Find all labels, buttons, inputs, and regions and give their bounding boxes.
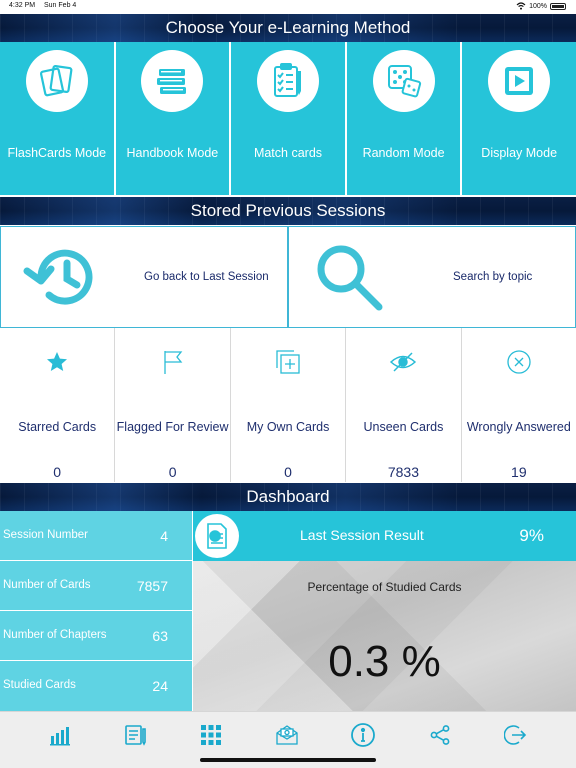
clipboard-checklist-icon xyxy=(256,50,319,112)
search-topic-label: Search by topic xyxy=(453,271,533,283)
status-right: 100% xyxy=(516,2,566,10)
mode-display-button[interactable]: Display Mode xyxy=(462,42,576,195)
filter-label: Flagged For Review xyxy=(116,420,229,434)
filter-label: Unseen Cards xyxy=(363,420,444,434)
mode-random-button[interactable]: Random Mode xyxy=(346,42,461,195)
studied-title: Percentage of Studied Cards xyxy=(307,580,462,594)
mode-label: Match cards xyxy=(253,146,323,160)
sessions-title: Stored Previous Sessions xyxy=(190,201,386,220)
sessions-banner: Stored Previous Sessions xyxy=(0,197,576,225)
history-clock-icon xyxy=(23,249,93,305)
mode-match-cards-button[interactable]: Match cards xyxy=(231,42,345,195)
mail-icon[interactable] xyxy=(274,722,300,748)
learning-modes: FlashCards Mode Handbook Mode Match card… xyxy=(0,42,576,195)
stat-row: Studied Cards 24 xyxy=(0,661,192,711)
stat-value: 7857 xyxy=(136,578,168,594)
filter-count: 0 xyxy=(53,464,62,480)
dashboard-banner: Dashboard xyxy=(0,483,576,511)
mode-handbook-button[interactable]: Handbook Mode xyxy=(115,42,230,195)
stat-row: Session Number 4 xyxy=(0,511,192,561)
battery-percent: 100% xyxy=(529,2,547,10)
last-result-value: 9% xyxy=(519,526,544,545)
page-title: Choose Your e-Learning Method xyxy=(165,18,411,37)
studied-value: 0.3 % xyxy=(328,637,441,686)
filter-label: Wrongly Answered xyxy=(466,420,571,434)
header-banner: Choose Your e-Learning Method xyxy=(0,14,576,42)
filter-count: 0 xyxy=(284,464,292,480)
studied-percentage-panel: Percentage of Studied Cards 0.3 % xyxy=(193,561,576,711)
mode-flashcards-button[interactable]: FlashCards Mode xyxy=(0,42,114,195)
stat-row: Number of Cards 7857 xyxy=(0,561,192,611)
mode-label: FlashCards Mode xyxy=(7,146,107,160)
wrong-answers-button[interactable]: Wrongly Answered 19 xyxy=(461,328,576,482)
eye-off-icon xyxy=(389,348,417,376)
stat-label: Session Number xyxy=(3,529,89,541)
wifi-icon xyxy=(516,2,526,10)
info-icon[interactable] xyxy=(350,722,376,748)
filter-label: Starred Cards xyxy=(18,420,97,434)
stats-list: Session Number 4 Number of Cards 7857 Nu… xyxy=(0,511,192,711)
mode-label: Handbook Mode xyxy=(126,146,219,160)
exit-icon[interactable] xyxy=(503,722,529,748)
card-filters: Starred Cards 0 Flagged For Review 0 My … xyxy=(0,328,576,482)
stat-value: 24 xyxy=(152,678,168,694)
stat-value: 4 xyxy=(160,528,168,544)
status-date: Sun Feb 4 xyxy=(44,2,77,9)
dashboard: Session Number 4 Number of Cards 7857 Nu… xyxy=(0,511,576,711)
own-cards-button[interactable]: My Own Cards 0 xyxy=(230,328,347,482)
books-icon xyxy=(141,50,204,112)
last-session-label: Go back to Last Session xyxy=(144,271,269,283)
filter-label: My Own Cards xyxy=(246,420,330,434)
stat-value: 63 xyxy=(152,628,168,644)
stat-row: Number of Chapters 63 xyxy=(0,611,192,661)
filter-count: 19 xyxy=(511,464,527,480)
unseen-cards-button[interactable]: Unseen Cards 7833 xyxy=(346,328,462,482)
play-icon xyxy=(488,50,551,112)
last-session-result[interactable]: Last Session Result 9% xyxy=(193,511,576,561)
share-icon[interactable] xyxy=(427,722,453,748)
star-icon xyxy=(43,348,71,376)
starred-cards-button[interactable]: Starred Cards 0 xyxy=(0,328,116,482)
add-card-icon xyxy=(274,348,302,376)
home-indicator xyxy=(200,758,376,762)
mode-label: Random Mode xyxy=(362,146,445,160)
dashboard-title: Dashboard xyxy=(246,487,330,506)
sessions-row: Go back to Last Session Search by topic xyxy=(0,226,576,328)
battery-icon xyxy=(550,2,566,10)
report-chart-icon xyxy=(195,514,239,558)
status-bar: 4:32 PM Sun Feb 4 100% xyxy=(0,0,576,14)
flag-icon xyxy=(159,348,187,376)
search-topic-button[interactable]: Search by topic xyxy=(288,226,576,328)
last-result-label: Last Session Result xyxy=(300,527,424,543)
search-icon xyxy=(317,245,383,311)
stat-label: Number of Chapters xyxy=(3,629,107,641)
flagged-cards-button[interactable]: Flagged For Review 0 xyxy=(115,328,231,482)
stat-label: Number of Cards xyxy=(3,579,91,591)
last-session-button[interactable]: Go back to Last Session xyxy=(0,226,288,328)
dice-icon xyxy=(372,50,435,112)
status-time: 4:32 PM xyxy=(9,2,36,9)
notes-icon[interactable] xyxy=(122,722,148,748)
flashcards-icon xyxy=(25,50,88,112)
x-circle-icon xyxy=(505,348,533,376)
grid-icon[interactable] xyxy=(198,722,224,748)
filter-count: 7833 xyxy=(387,464,419,480)
filter-count: 0 xyxy=(168,464,177,480)
stat-label: Studied Cards xyxy=(3,679,76,691)
bar-chart-icon[interactable] xyxy=(47,722,73,748)
mode-label: Display Mode xyxy=(481,146,558,160)
